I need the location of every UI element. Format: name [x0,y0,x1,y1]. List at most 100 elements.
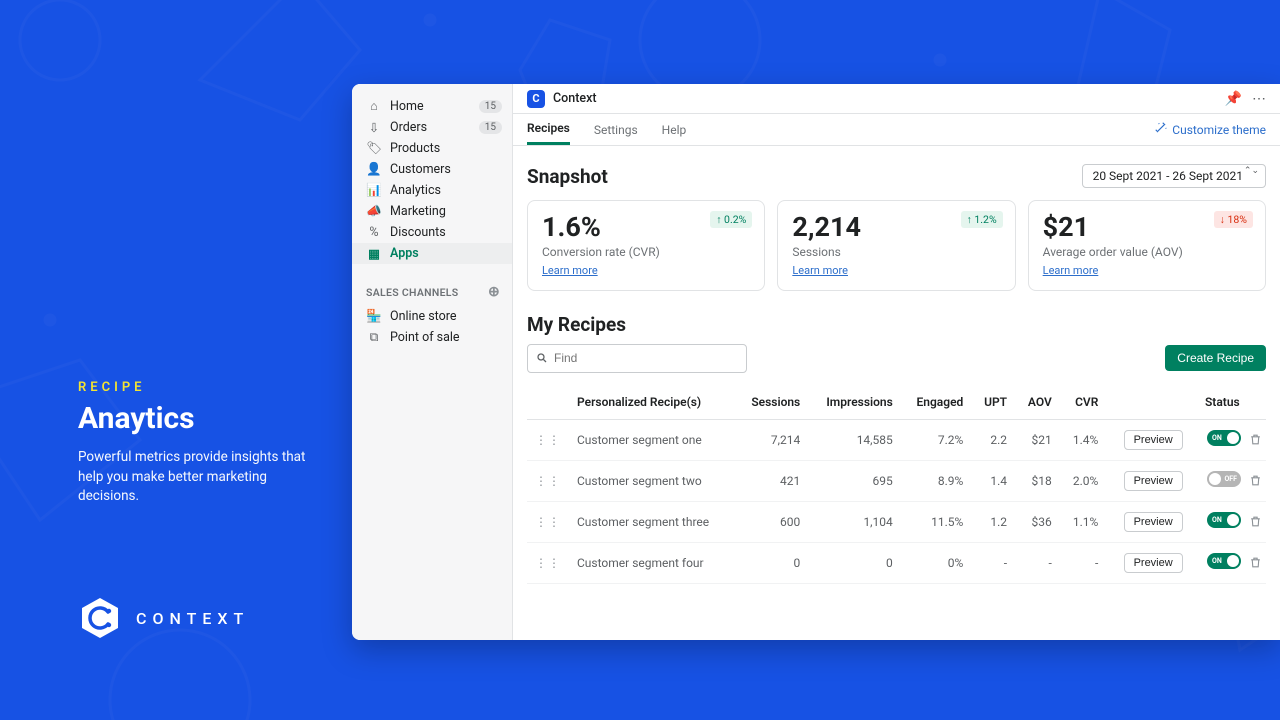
tab-recipes[interactable]: Recipes [527,114,570,145]
recipe-name: Customer segment three [569,501,735,542]
create-recipe-button[interactable]: Create Recipe [1165,345,1266,371]
cell-aov: - [1015,542,1060,583]
table-row: ⋮⋮Customer segment three6001,10411.5%1.2… [527,501,1266,542]
apps-icon: ▦ [366,246,382,262]
tab-bar: Recipes Settings Help Customize theme [513,114,1280,146]
customize-theme-label: Customize theme [1172,123,1266,137]
status-toggle[interactable]: ON [1207,430,1241,446]
channel-label: Point of sale [390,330,502,345]
delete-icon[interactable] [1249,474,1262,490]
search-input[interactable] [554,351,738,365]
status-toggle[interactable]: OFF [1207,471,1241,487]
sidebar-badge: 15 [479,100,502,113]
table-row: ⋮⋮Customer segment four000%---PreviewON [527,542,1266,583]
main-panel: C Context 📌 ⋯ Recipes Settings Help Cust… [512,84,1280,640]
cell-upt: 1.4 [971,460,1015,501]
metric-card-1: ↑ 1.2%2,214SessionsLearn more [777,200,1015,291]
col-personalized-recipe-s-: Personalized Recipe(s) [569,385,735,420]
cell-sessions: 600 [735,501,808,542]
cell-engaged: 7.2% [901,419,972,460]
sidebar-item-products[interactable]: 🏷Products [352,138,512,159]
col-status: Status [1191,385,1266,420]
cell-sessions: 7,214 [735,419,808,460]
preview-button[interactable]: Preview [1124,471,1183,491]
delta-badge: ↓ 18% [1214,211,1253,228]
delete-icon[interactable] [1249,556,1262,572]
sidebar-item-label: Orders [390,120,479,135]
discounts-icon: % [366,225,382,240]
learn-more-link[interactable]: Learn more [542,264,598,277]
promo-title: Anaytics [78,401,328,436]
preview-button[interactable]: Preview [1124,553,1183,573]
cell-upt: 1.2 [971,501,1015,542]
sidebar-item-label: Marketing [390,204,502,219]
search-icon [536,349,548,368]
channel-point-of-sale[interactable]: ⧉Point of sale [352,327,512,348]
delta-badge: ↑ 1.2% [961,211,1003,228]
sidebar-item-customers[interactable]: 👤Customers [352,159,512,180]
cell-aov: $36 [1015,501,1060,542]
sidebar-item-apps[interactable]: ▦Apps [352,243,512,264]
recipe-name: Customer segment four [569,542,735,583]
sidebar-item-marketing[interactable]: 📣Marketing [352,201,512,222]
drag-handle[interactable]: ⋮⋮ [527,460,569,501]
sidebar-item-orders[interactable]: ⇩ Orders15 [352,117,512,138]
sidebar-badge: 15 [479,121,502,134]
col-impressions: Impressions [808,385,901,420]
more-icon[interactable]: ⋯ [1252,91,1266,107]
learn-more-link[interactable]: Learn more [1043,264,1099,277]
learn-more-link[interactable]: Learn more [792,264,848,277]
app-title: Context [553,91,1217,106]
channel-online-store[interactable]: 🏪Online store [352,306,512,327]
metric-label: Conversion rate (CVR) [542,245,750,259]
cell-impressions: 695 [808,460,901,501]
home-icon: ⌂ [366,99,382,114]
cell-impressions: 0 [808,542,901,583]
delete-icon[interactable] [1249,433,1262,449]
sidebar-item-home[interactable]: ⌂ Home15 [352,96,512,117]
cell-upt: - [971,542,1015,583]
sidebar-item-discounts[interactable]: %Discounts [352,222,512,243]
col-upt: UPT [971,385,1015,420]
recipes-table: Personalized Recipe(s)SessionsImpression… [527,385,1266,584]
app-window: ⌂ Home15 ⇩ Orders15 🏷Products👤Customers📊Anal… [352,84,1280,640]
preview-button[interactable]: Preview [1124,430,1183,450]
cell-cvr: - [1060,542,1107,583]
pin-icon[interactable]: 📌 [1225,91,1242,107]
cell-impressions: 1,104 [808,501,901,542]
analytics-icon: 📊 [366,183,382,198]
status-toggle[interactable]: ON [1207,512,1241,528]
tab-settings[interactable]: Settings [594,114,638,145]
col-sessions: Sessions [735,385,808,420]
products-icon: 🏷 [366,141,382,156]
drag-handle[interactable]: ⋮⋮ [527,419,569,460]
metric-card-2: ↓ 18%$21Average order value (AOV)Learn m… [1028,200,1266,291]
sidebar-item-label: Home [390,99,479,114]
drag-handle[interactable]: ⋮⋮ [527,542,569,583]
date-range-picker[interactable]: 20 Sept 2021 - 26 Sept 2021 [1082,164,1266,188]
add-channel-icon[interactable]: ⊕ [488,284,500,300]
wand-icon [1154,121,1168,138]
drag-handle[interactable]: ⋮⋮ [527,501,569,542]
delete-icon[interactable] [1249,515,1262,531]
app-logo-icon: C [527,90,545,108]
col-preview [1106,385,1190,420]
metric-card-0: ↑ 0.2%1.6%Conversion rate (CVR)Learn mor… [527,200,765,291]
sidebar-item-analytics[interactable]: 📊Analytics [352,180,512,201]
brand-block: CONTEXT [78,596,249,640]
tab-help[interactable]: Help [662,114,687,145]
cell-upt: 2.2 [971,419,1015,460]
col-engaged: Engaged [901,385,972,420]
cell-impressions: 14,585 [808,419,901,460]
table-row: ⋮⋮Customer segment two4216958.9%1.4$182.… [527,460,1266,501]
sales-channels-label: SALES CHANNELS ⊕ [352,264,512,306]
search-input-wrap[interactable] [527,344,747,373]
col-aov: AOV [1015,385,1060,420]
recipes-heading: My Recipes [527,313,626,336]
recipe-name: Customer segment one [569,419,735,460]
customize-theme-link[interactable]: Customize theme [1154,121,1266,138]
orders-icon: ⇩ [366,120,382,136]
preview-button[interactable]: Preview [1124,512,1183,532]
col-cvr: CVR [1060,385,1107,420]
status-toggle[interactable]: ON [1207,553,1241,569]
